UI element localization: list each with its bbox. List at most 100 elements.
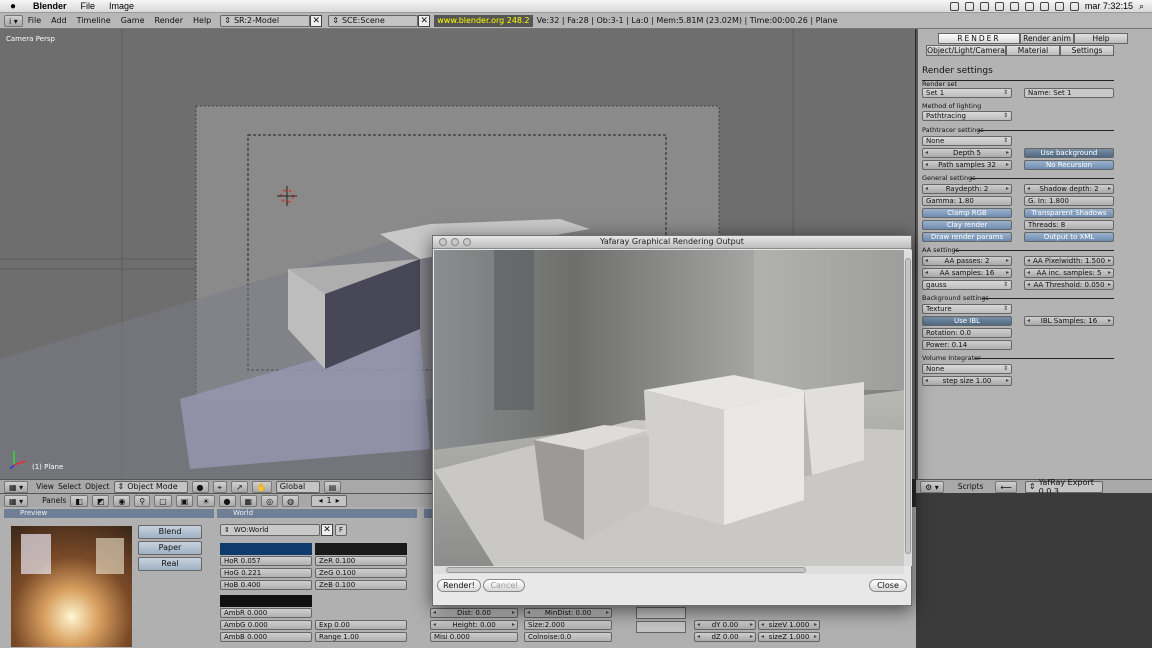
transparent-shadows-toggle[interactable]: Transparent Shadows [1024, 208, 1114, 218]
aa-samples-field[interactable]: AA samples: 16 [922, 268, 1012, 278]
mail-icon[interactable] [979, 1, 989, 11]
tab-render-anim[interactable]: Render anim [1020, 33, 1074, 44]
tab-material[interactable]: Material [1006, 45, 1060, 56]
preview-panel-title[interactable]: Preview [4, 509, 214, 518]
menu-view[interactable]: View [36, 482, 54, 491]
bluetooth-icon[interactable] [1009, 1, 1019, 11]
preview-paper-button[interactable]: Paper [138, 541, 202, 555]
tab-settings[interactable]: Settings [1060, 45, 1114, 56]
preview-blend-button[interactable]: Blend [138, 525, 202, 539]
editing-icon[interactable]: ▢ [154, 494, 172, 507]
threads-slider[interactable]: Threads: 8 [1024, 220, 1114, 230]
close-window-icon[interactable] [439, 238, 447, 246]
menu-render[interactable]: Render [150, 16, 188, 25]
ambient-color-swatch[interactable] [220, 595, 312, 607]
clamp-rgb-toggle[interactable]: Clamp RGB [922, 208, 1012, 218]
cancel-button[interactable]: Cancel [483, 579, 525, 592]
wifi-icon[interactable] [1024, 1, 1034, 11]
dy-field[interactable]: dY 0.00 [694, 620, 756, 630]
menu-help[interactable]: Help [188, 16, 216, 25]
fake-user-button[interactable]: F [335, 524, 347, 536]
mist-height-field[interactable]: Height: 0.00 [430, 620, 518, 630]
hog-slider[interactable]: HoG 0.221 [220, 568, 312, 578]
hor-slider[interactable]: HoR 0.057 [220, 556, 312, 566]
window-type-icon[interactable]: ▦ ▾ [4, 494, 29, 507]
close-scene-icon[interactable]: ✕ [418, 14, 431, 27]
texture-slot[interactable] [636, 607, 686, 619]
material-icon[interactable]: ● [218, 494, 236, 507]
aa-pixelwidth-field[interactable]: AA Pixelwidth: 1.500 [1024, 256, 1114, 266]
zeg-slider[interactable]: ZeG 0.100 [315, 568, 407, 578]
clay-render-toggle[interactable]: Clay render [922, 220, 1012, 230]
aa-passes-field[interactable]: AA passes: 2 [922, 256, 1012, 266]
zeb-slider[interactable]: ZeB 0.100 [315, 580, 407, 590]
zer-slider[interactable]: ZeR 0.100 [315, 556, 407, 566]
star-mindist-field[interactable]: MinDist: 0.00 [524, 608, 612, 618]
dialog-titlebar[interactable]: Yafaray Graphical Rendering Output [433, 236, 911, 249]
scene-icon[interactable]: ▣ [175, 494, 194, 507]
mist-intensity-slider[interactable]: Misi 0.000 [430, 632, 518, 642]
unlink-world-icon[interactable]: ✕ [321, 524, 333, 536]
use-background-toggle[interactable]: Use background [1024, 148, 1114, 158]
script-select[interactable]: ⇕ YafRay Export 0.0.3 [1024, 478, 1103, 496]
battery-icon[interactable] [1069, 1, 1079, 11]
no-recursion-toggle[interactable]: No Recursion [1024, 160, 1114, 170]
ambg-slider[interactable]: AmbG 0.000 [220, 620, 312, 630]
menu-object[interactable]: Object [85, 482, 109, 491]
preview-real-button[interactable]: Real [138, 557, 202, 571]
orientation-select[interactable]: Global [275, 480, 320, 493]
pivot-icon[interactable]: ⌖ [212, 480, 228, 493]
render-button[interactable]: Render! [437, 579, 481, 592]
window-type-icon[interactable]: ⚙ ▾ [920, 480, 944, 493]
star-size-slider[interactable]: Size:2.000 [524, 620, 612, 630]
apple-menu-icon[interactable]: ● [0, 1, 26, 12]
menu-timeline[interactable]: Timeline [72, 16, 116, 25]
spotlight-icon[interactable]: ⌕ [1139, 1, 1144, 12]
texture-slot[interactable] [636, 621, 686, 633]
rotation-slider[interactable]: Rotation: 0.0 [922, 328, 1012, 338]
object-icon[interactable]: ⚲ [134, 494, 151, 507]
status-icon[interactable] [949, 1, 959, 11]
hob-slider[interactable]: HoB 0.400 [220, 580, 312, 590]
mist-dist-field[interactable]: Dist: 0.00 [430, 608, 518, 618]
blender-url[interactable]: www.blender.org 248.2 [434, 14, 533, 27]
tab-object-light-camera[interactable]: Object/Light/Camera [926, 45, 1006, 56]
horizontal-scrollbar[interactable] [434, 566, 904, 574]
range-slider[interactable]: Range 1.00 [315, 632, 407, 642]
gamma-slider[interactable]: Gamma: 1.80 [922, 196, 1012, 206]
sizez-field[interactable]: sizeZ 1.000 [758, 632, 820, 642]
raydepth-field[interactable]: Raydepth: 2 [922, 184, 1012, 194]
image-menu[interactable]: Image [102, 1, 141, 11]
sizev-field[interactable]: sizeV 1.000 [758, 620, 820, 630]
zenith-color-swatch[interactable] [315, 543, 407, 555]
panels-menu[interactable]: Panels [42, 496, 66, 505]
volume-icon[interactable] [1039, 1, 1049, 11]
hand-icon[interactable]: ✋ [251, 480, 272, 493]
power-slider[interactable]: Power: 0.14 [922, 340, 1012, 350]
zoom-window-icon[interactable] [463, 238, 471, 246]
window-type-icon[interactable]: ▦ ▾ [4, 480, 29, 493]
exposure-slider[interactable]: Exp 0.00 [315, 620, 407, 630]
close-button[interactable]: Close [869, 579, 907, 592]
world-name-field[interactable]: ⇕ WO:World [220, 524, 320, 536]
horizon-color-swatch[interactable] [220, 543, 312, 555]
shading-icon[interactable]: ◉ [113, 494, 131, 507]
dz-field[interactable]: dZ 0.00 [694, 632, 756, 642]
world-icon[interactable]: ◍ [282, 494, 300, 507]
back-arrow-icon[interactable]: ⟵ [995, 480, 1017, 493]
frame-field[interactable]: ◂ 1 ▸ [311, 494, 348, 507]
star-colnoise-slider[interactable]: Colnoise:0.0 [524, 632, 612, 642]
layers-icon[interactable]: ▤ [323, 480, 342, 493]
pathtracer-caustics-select[interactable]: None [922, 136, 1012, 146]
close-screen-icon[interactable]: ✕ [310, 14, 323, 27]
ibl-samples-field[interactable]: IBL Samples: 16 [1024, 316, 1114, 326]
menubar-clock[interactable]: mar 7:32:15 [1085, 1, 1133, 11]
tab-help[interactable]: Help [1074, 33, 1128, 44]
shadow-depth-field[interactable]: Shadow depth: 2 [1024, 184, 1114, 194]
vertical-scroll-thumb[interactable] [905, 258, 911, 554]
gamma-in-slider[interactable]: G. In: 1.800 [1024, 196, 1114, 206]
app-menu[interactable]: Blender [26, 1, 74, 11]
volume-integrator-select[interactable]: None [922, 364, 1012, 374]
aa-inc-samples-field[interactable]: AA inc. samples: 5 [1024, 268, 1114, 278]
shading-icon[interactable]: ● [191, 480, 209, 493]
